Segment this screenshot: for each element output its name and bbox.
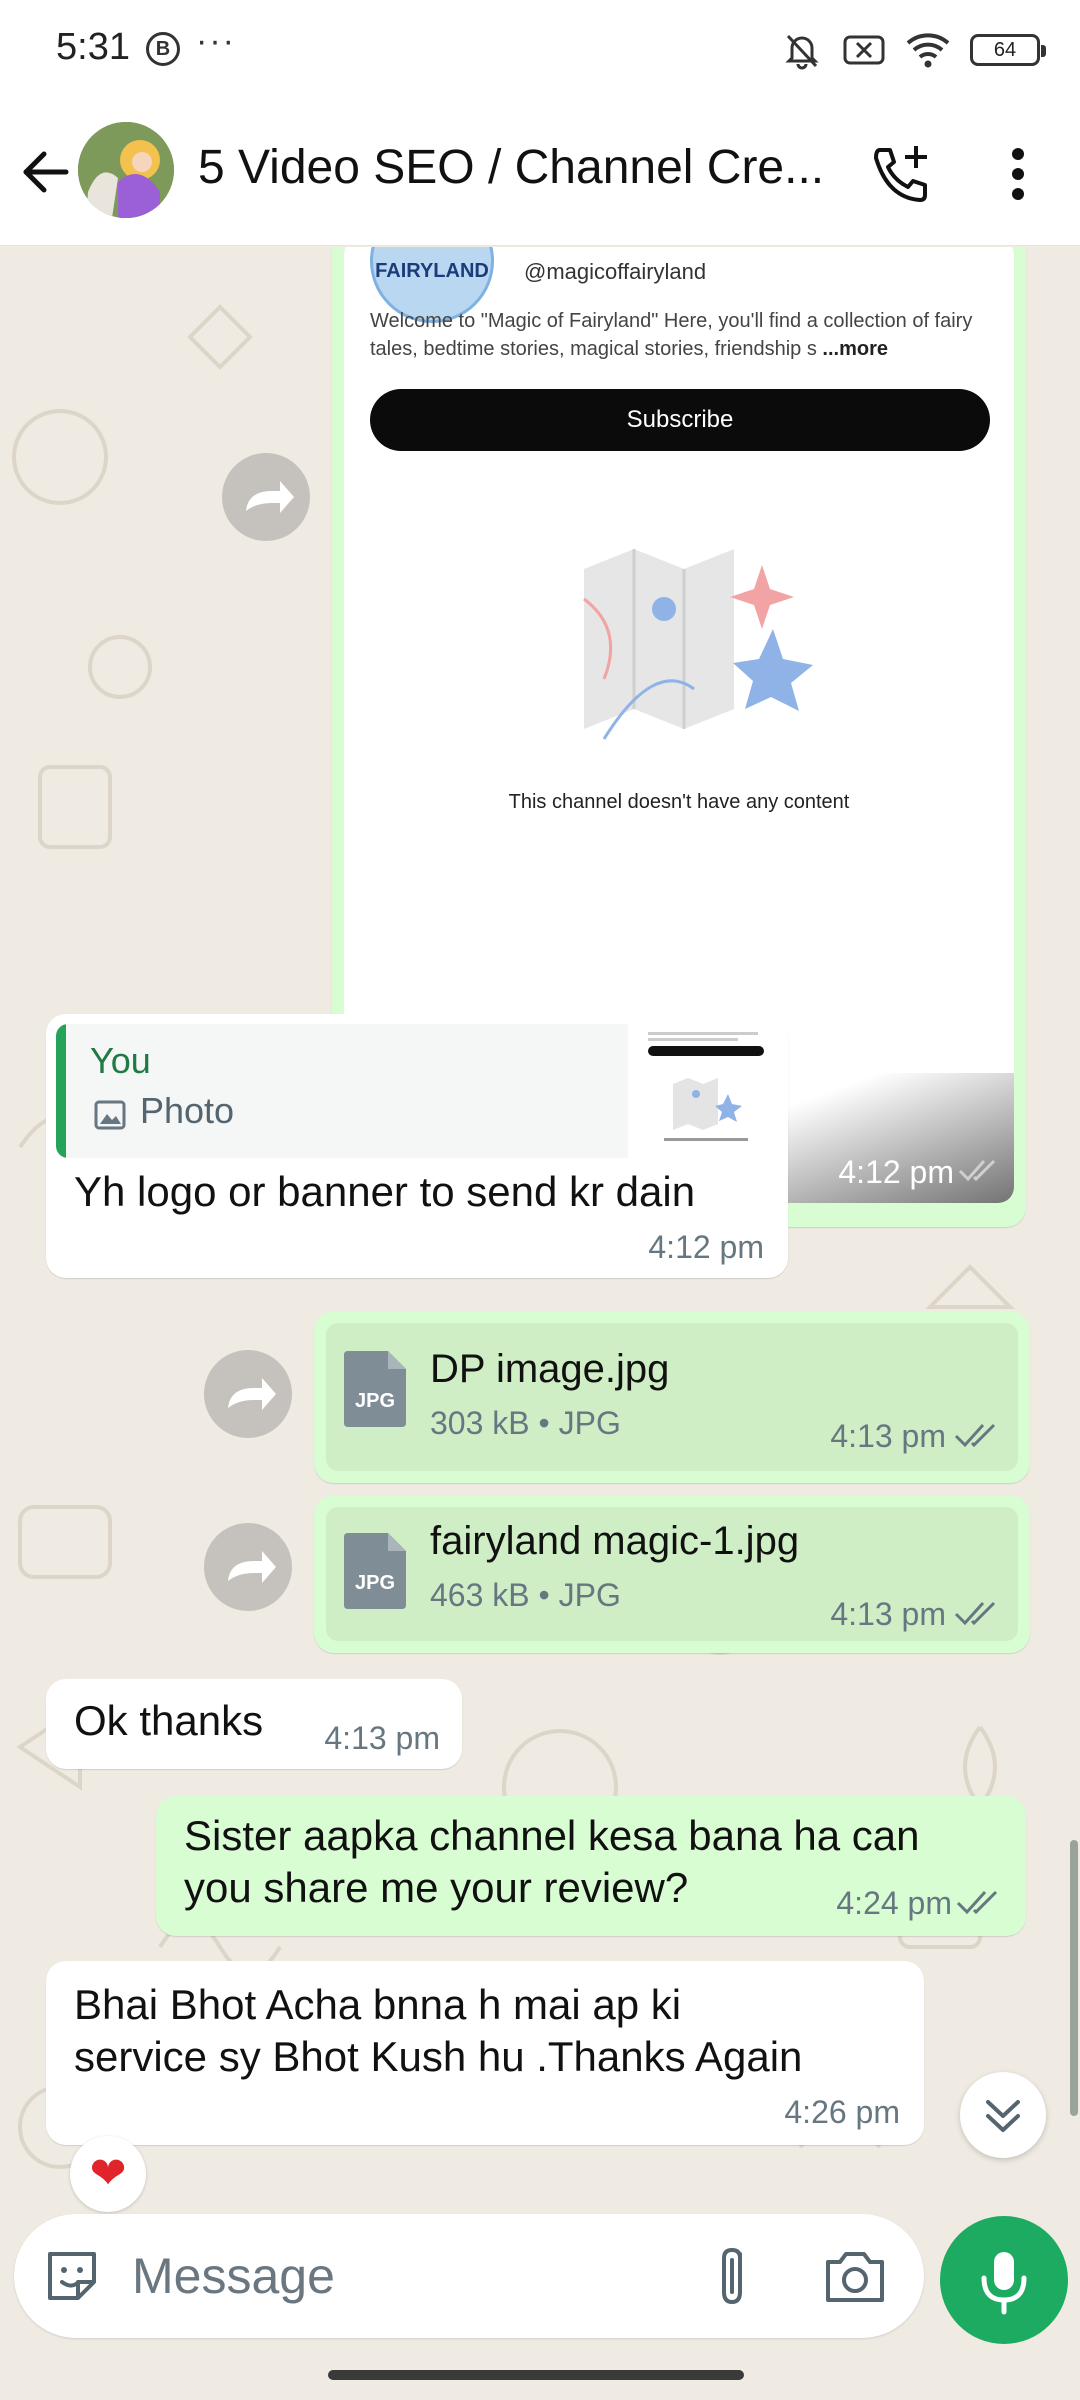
read-ticks-icon xyxy=(954,1423,996,1448)
more-notifications-icon: ··· xyxy=(196,22,236,60)
home-handle[interactable] xyxy=(328,2370,744,2380)
quoted-type: Photo xyxy=(140,1090,235,1131)
quoted-message[interactable]: You Photo xyxy=(56,1024,778,1158)
more-vert-icon[interactable] xyxy=(998,142,1038,206)
jpg-file-icon: JPG xyxy=(344,1351,406,1427)
file-name: fairyland magic-1.jpg xyxy=(430,1519,800,1563)
jpg-file-icon: JPG xyxy=(344,1533,406,1609)
channel-description: Welcome to "Magic of Fairyland" Here, yo… xyxy=(370,307,1000,363)
sticker-icon[interactable] xyxy=(42,2246,102,2306)
avatar[interactable] xyxy=(78,122,174,218)
message-time: 4:13 pm xyxy=(830,1596,946,1632)
message-time: 4:12 pm xyxy=(648,1229,764,1265)
message-time: 4:12 pm xyxy=(838,1154,954,1190)
mic-button[interactable] xyxy=(940,2216,1068,2344)
status-bar: 5:31 B ··· 64 xyxy=(0,0,1080,100)
message-input[interactable] xyxy=(132,2236,692,2316)
message-text-line2: service sy Bhot Kush hu .Thanks Again xyxy=(74,2033,803,2080)
message-time: 4:24 pm xyxy=(836,1885,952,1921)
file-attachment[interactable]: JPG fairyland magic-1.jpg 463 kB • JPG 4… xyxy=(326,1507,1018,1641)
svg-text:JPG: JPG xyxy=(355,1572,395,1594)
message-text-line1: Sister aapka channel kesa bana ha can xyxy=(184,1812,920,1859)
forward-icon xyxy=(228,1551,276,1583)
chat-header: 5 Video SEO / Channel Cre... xyxy=(0,100,1080,246)
microphone-icon xyxy=(981,2252,1027,2315)
forward-icon xyxy=(246,481,294,513)
message-composer xyxy=(14,2214,924,2338)
no-sim-icon xyxy=(843,35,885,65)
read-ticks-icon xyxy=(958,1159,996,1182)
forward-icon xyxy=(228,1378,276,1410)
incoming-message[interactable]: Ok thanks 4:13 pm xyxy=(46,1679,462,1769)
back-arrow-icon[interactable] xyxy=(18,144,74,200)
incoming-message[interactable]: Bhai Bhot Acha bnna h mai ap ki service … xyxy=(46,1961,924,2145)
empty-channel-illustration xyxy=(583,549,813,740)
mute-bell-icon xyxy=(785,34,819,70)
status-icons: 64 xyxy=(782,28,1046,72)
no-content-text: This channel doesn't have any content xyxy=(508,791,850,813)
message-time: 4:26 pm xyxy=(784,2094,900,2130)
message-time: 4:13 pm xyxy=(830,1418,946,1454)
b-badge-icon: B xyxy=(146,32,180,66)
outgoing-message[interactable]: Sister aapka channel kesa bana ha can yo… xyxy=(156,1796,1026,1936)
chat-area[interactable]: FAIRYLAND @magicoffairyland Welcome to "… xyxy=(0,247,1080,2213)
forward-button[interactable] xyxy=(222,453,310,541)
message-time: 4:13 pm xyxy=(324,1720,440,1756)
add-call-icon[interactable] xyxy=(866,140,936,210)
scroll-down-button[interactable] xyxy=(960,2072,1046,2158)
svg-text:JPG: JPG xyxy=(355,1390,395,1412)
file-attachment[interactable]: JPG DP image.jpg 303 kB • JPG 4:13 pm xyxy=(326,1323,1018,1471)
read-ticks-icon xyxy=(954,1601,996,1626)
reply-message[interactable]: You Photo Yh logo or banner to send kr d… xyxy=(46,1014,788,1278)
file-message[interactable]: JPG fairyland magic-1.jpg 463 kB • JPG 4… xyxy=(314,1495,1030,1653)
message-text: Yh logo or banner to send kr dain xyxy=(74,1168,696,1215)
read-ticks-icon xyxy=(956,1890,998,1915)
photo-icon xyxy=(94,1100,126,1130)
scrollbar-thumb[interactable] xyxy=(1070,1840,1078,2116)
gesture-nav-bar xyxy=(0,2350,1080,2400)
quoted-author: You xyxy=(90,1040,151,1081)
subscribe-button: Subscribe xyxy=(370,389,990,451)
paperclip-icon[interactable] xyxy=(704,2242,768,2310)
battery-icon: 64 xyxy=(970,34,1046,66)
message-text-line2: you share me your review? xyxy=(184,1864,689,1911)
channel-handle: @magicoffairyland xyxy=(524,259,707,284)
message-text-line1: Bhai Bhot Acha bnna h mai ap ki xyxy=(74,1981,682,2028)
camera-icon[interactable] xyxy=(822,2246,888,2308)
heart-reaction[interactable]: ❤ xyxy=(70,2136,146,2212)
quote-bar xyxy=(56,1024,66,1158)
file-meta: 303 kB • JPG xyxy=(430,1405,621,1441)
file-name: DP image.jpg xyxy=(430,1347,670,1391)
chat-title[interactable]: 5 Video SEO / Channel Cre... xyxy=(198,140,838,195)
double-chevron-down-icon xyxy=(986,2100,1020,2132)
message-text: Ok thanks xyxy=(74,1697,264,1744)
file-message[interactable]: JPG DP image.jpg 303 kB • JPG 4:13 pm xyxy=(314,1311,1030,1483)
forward-button[interactable] xyxy=(204,1350,292,1438)
channel-logo-text: FAIRYLAND xyxy=(375,260,489,282)
wifi-icon xyxy=(906,33,950,68)
forward-button[interactable] xyxy=(204,1523,292,1611)
quoted-thumbnail xyxy=(628,1024,778,1158)
file-meta: 463 kB • JPG xyxy=(430,1577,621,1613)
more-link: ...more xyxy=(822,338,888,360)
status-time: 5:31 xyxy=(56,26,130,68)
